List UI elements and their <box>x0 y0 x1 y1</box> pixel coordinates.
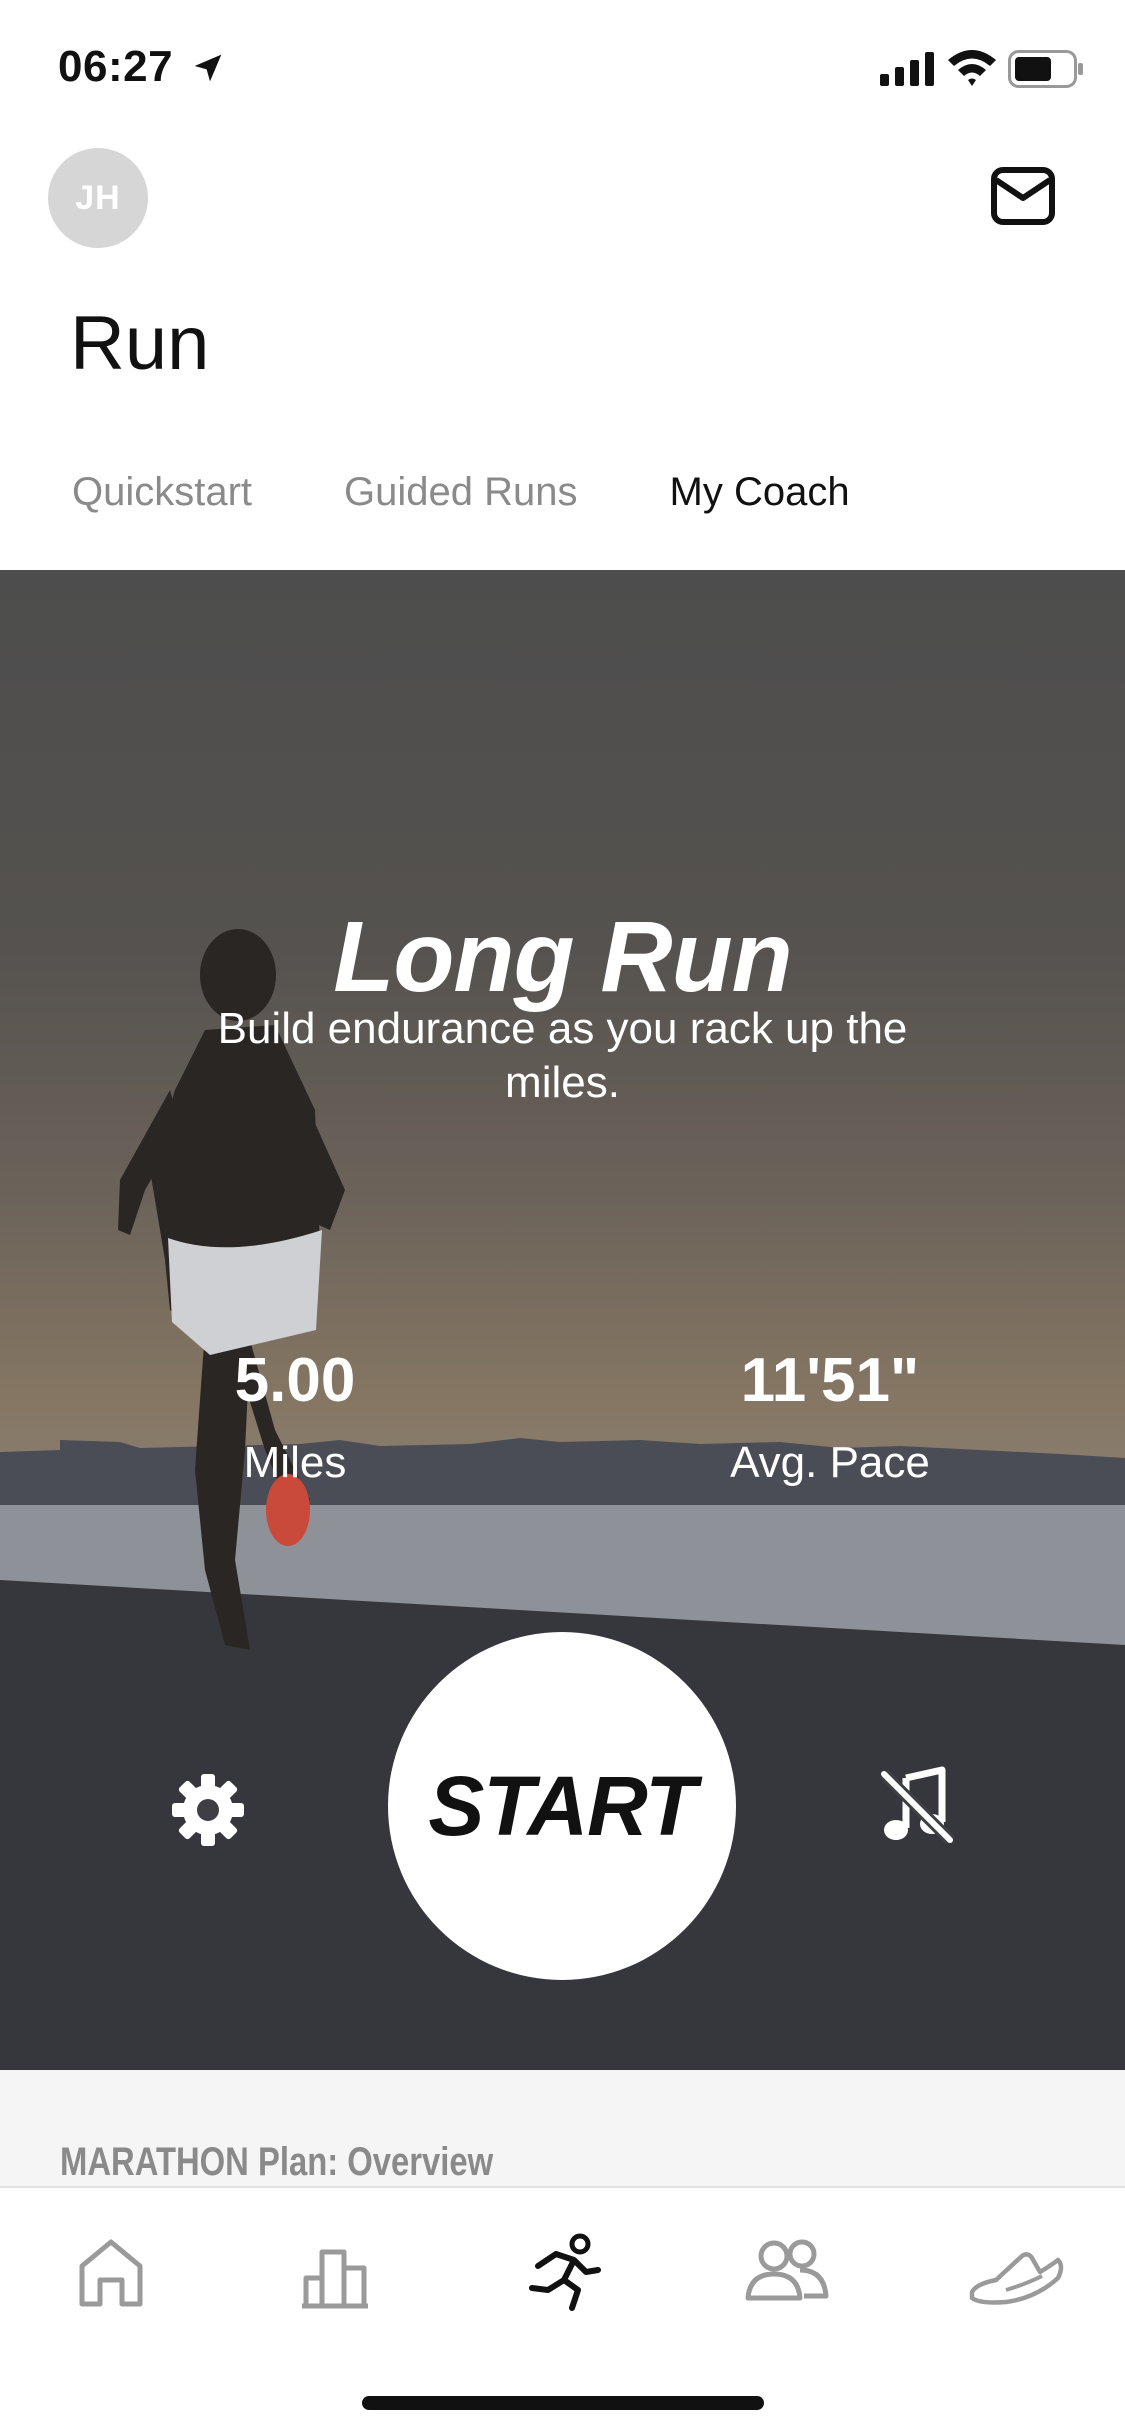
workout-subtitle: Build endurance as you rack up the miles… <box>217 1004 908 1107</box>
gear-icon[interactable] <box>168 1770 248 1850</box>
shoe-icon[interactable] <box>966 2232 1066 2312</box>
home-icon[interactable] <box>66 2232 156 2312</box>
workout-hero: Long Run Build endurance as you rack up … <box>0 570 1125 2070</box>
wifi-icon <box>948 50 996 86</box>
page-title: Run <box>70 301 210 386</box>
avatar[interactable]: JH <box>48 148 148 248</box>
run-icon[interactable] <box>518 2232 608 2312</box>
workout-title: Long Run <box>333 901 793 1013</box>
stat-distance: 5.00 Miles <box>170 1345 420 1488</box>
cellular-signal-icon <box>880 52 934 86</box>
club-icon[interactable] <box>742 2232 832 2312</box>
start-button[interactable]: START <box>388 1632 736 1980</box>
distance-value: 5.00 <box>234 1346 356 1415</box>
avatar-initials: JH <box>75 178 121 217</box>
activity-icon[interactable] <box>292 2232 382 2312</box>
tab-strip: Quickstart Guided Runs My Coach <box>72 470 850 515</box>
tab-guided-runs[interactable]: Guided Runs <box>344 470 577 515</box>
music-off-icon[interactable] <box>876 1766 956 1846</box>
stat-pace: 11'51" Avg. Pace <box>690 1345 970 1488</box>
plan-section[interactable]: MARATHON Plan: Overview <box>0 2070 1125 2188</box>
status-time: 06:27 <box>58 42 174 91</box>
home-indicator <box>362 2396 764 2410</box>
status-bar: 06:27 <box>0 0 1125 132</box>
pace-value: 11'51" <box>740 1346 920 1415</box>
pace-label: Avg. Pace <box>730 1438 930 1487</box>
plan-title: MARATHON Plan: Overview <box>60 2140 494 2184</box>
location-arrow-icon <box>194 54 222 82</box>
inbox-icon[interactable] <box>990 166 1056 226</box>
tab-quickstart[interactable]: Quickstart <box>72 470 252 515</box>
distance-label: Miles <box>243 1438 347 1487</box>
battery-icon <box>1008 50 1083 88</box>
start-label: START <box>428 1758 696 1853</box>
tab-my-coach[interactable]: My Coach <box>670 470 850 515</box>
